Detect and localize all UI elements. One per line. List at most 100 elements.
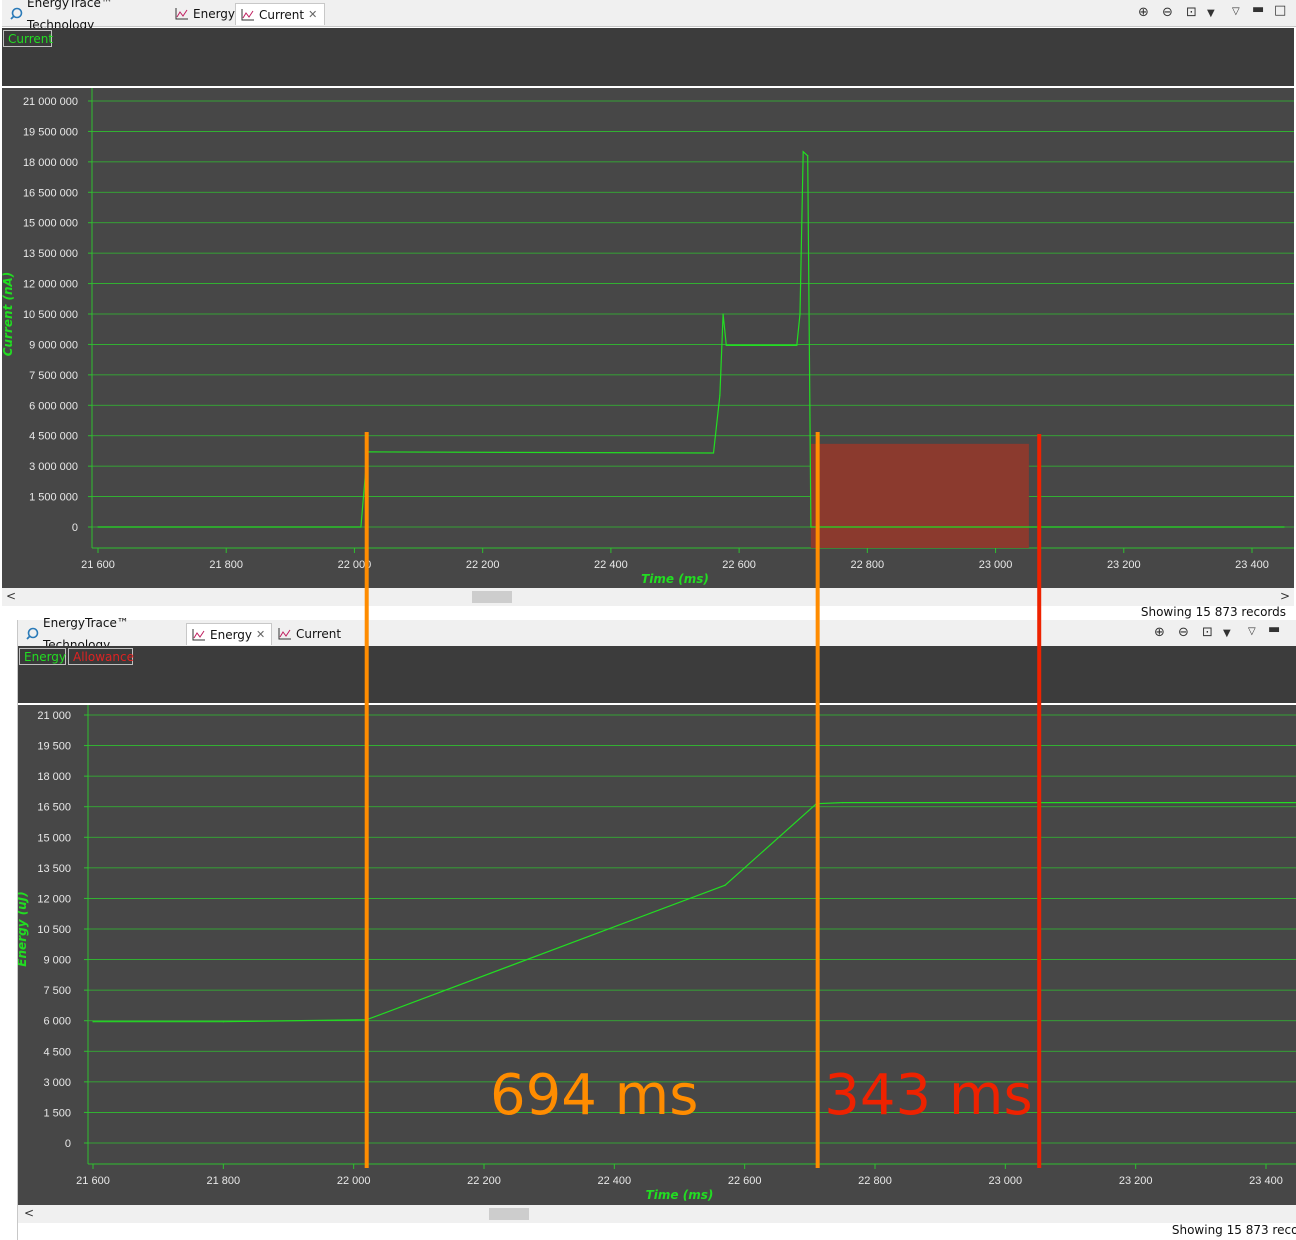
y-tick-label: 4 500 000 [29,431,78,443]
x-tick-label: 22 400 [594,559,628,571]
scroll-right-icon[interactable]: > [1280,589,1290,603]
y-tick-label: 9 000 [43,955,71,967]
data-point [719,394,721,396]
data-point [1283,526,1285,528]
y-tick-label: 18 000 [37,771,71,783]
maximize-icon[interactable]: □ [1274,3,1286,18]
y-tick-label: 13 500 [37,863,71,875]
x-tick-label: 22 400 [598,1175,632,1187]
x-axis-title: Time (ms) [646,1188,714,1202]
dropdown-icon[interactable]: ▼ [1223,628,1231,639]
energy-plot: 21 000 19 500 18 000 16 500 15 000 13 500 12 0… [18,703,1296,1207]
series-line-energy [93,801,1296,1023]
y-tick-label: 21 000 000 [23,96,78,108]
y-axis-title: Energy (uJ) [18,891,29,966]
x-tick-label: 23 400 [1235,559,1269,571]
data-point [724,884,726,886]
data-point [815,803,817,805]
x-tick-label: 23 000 [989,1175,1023,1187]
x-tick-label: 22 600 [728,1175,762,1187]
legend-current[interactable]: Current [3,30,53,47]
y-tick-label: 6 000 000 [29,400,78,412]
graph-icon [192,628,205,640]
tab-current[interactable]: Current [273,623,343,645]
legend-energy[interactable]: Energy [19,648,66,665]
y-tick-label: 15 000 [37,832,71,844]
tab-energytrace[interactable]: EnergyTrace™ Technology [4,0,170,32]
dropdown-icon[interactable]: ▼ [1207,8,1215,19]
y-tick-label: 10 500 [37,924,71,936]
tab-label: Energy [193,7,236,21]
energy-status: Showing 15 873 records [1171,1223,1296,1237]
data-point [222,1021,224,1023]
current-tabbar: EnergyTrace™ Technology Energy Current ✕… [2,0,1296,32]
scroll-thumb[interactable] [472,591,512,603]
energy-tabbar: EnergyTrace™ Technology Energy ✕ Current… [18,616,1296,652]
x-tick-label: 22 000 [337,1175,371,1187]
y-tick-label: 10 500 000 [23,309,78,321]
scroll-left-icon[interactable]: < [24,1206,34,1220]
tab-energytrace[interactable]: EnergyTrace™ Technology [20,616,186,652]
data-point [722,313,724,315]
zoom-fit-icon[interactable]: ⊡ [1186,5,1197,20]
minimize-icon[interactable]: ▬ [1268,622,1280,637]
y-tick-label: 13 500 000 [23,248,78,260]
data-point [810,526,812,528]
data-point [796,344,798,347]
zoom-out-icon[interactable]: ⊖ [1178,625,1189,640]
view-menu-icon[interactable]: ▽ [1248,626,1256,637]
zoom-fit-icon[interactable]: ⊡ [1202,625,1213,640]
data-point [366,1019,368,1021]
y-axis-title: Current (nA) [2,272,15,357]
y-tick-label: 1 500 000 [29,492,78,504]
y-tick-label: 7 500 [43,985,71,997]
data-point [360,526,362,528]
y-tick-label: 21 000 [37,710,71,722]
allowance-region [810,443,1029,548]
x-tick-label: 22 000 [338,559,372,571]
x-tick-label: 23 400 [1249,1175,1283,1187]
current-chart: 21 000 000 19 500 000 18 000 000 16 500 000… [2,88,1294,586]
data-point [841,802,844,804]
x-tick-label: 22 800 [858,1175,892,1187]
scroll-left-icon[interactable]: < [6,589,16,603]
y-tick-label: 12 000 [37,893,71,905]
close-icon[interactable]: ✕ [308,4,317,26]
x-tick-label: 22 600 [722,559,756,571]
y-tick-label: 15 000 000 [23,218,78,230]
current-plot: 21 000 000 19 500 000 18 000 000 16 500 000… [2,86,1294,588]
data-point [92,1021,94,1023]
zoom-in-icon[interactable]: ⊕ [1154,625,1165,640]
tab-current[interactable]: Current ✕ [235,3,325,25]
y-tick-label: 6 000 [43,1016,71,1028]
current-legend-bar: Current [2,28,1294,86]
current-panel: EnergyTrace™ Technology Energy Current ✕… [0,0,1296,620]
data-point [725,344,727,347]
y-tick-label: 16 500 000 [23,187,78,199]
data-point [799,313,801,315]
zoom-out-icon[interactable]: ⊖ [1162,5,1173,20]
graph-icon [241,8,254,20]
y-tick-label: 7 500 000 [29,370,78,382]
energy-chart: 21 000 19 500 18 000 16 500 15 000 13 500 12 0… [18,705,1296,1202]
current-scrollbar[interactable]: < > [2,588,1294,606]
minimize-icon[interactable]: ▬ [1252,2,1264,17]
energy-scrollbar[interactable]: < [18,1205,1296,1223]
close-icon[interactable]: ✕ [256,624,265,646]
data-point [366,451,368,453]
energy-legend-bar: Energy Allowance [18,646,1296,704]
tab-energy[interactable]: Energy ✕ [186,623,272,645]
y-tick-label: 16 500 [37,802,71,814]
y-tick-label: 4 500 [43,1046,71,1058]
x-tick-label: 23 000 [979,559,1013,571]
data-point [97,526,99,528]
zoom-in-icon[interactable]: ⊕ [1138,5,1149,20]
energytrace-icon [26,627,39,640]
tab-energy[interactable]: Energy [170,3,236,25]
legend-allowance[interactable]: Allowance [68,648,134,665]
y-tick-label: 19 500 000 [23,126,78,138]
view-menu-icon[interactable]: ▽ [1232,6,1240,17]
scroll-thumb[interactable] [489,1208,529,1220]
y-tick-label: 9 000 000 [29,339,78,351]
y-tick-label: 3 000 [43,1077,71,1089]
